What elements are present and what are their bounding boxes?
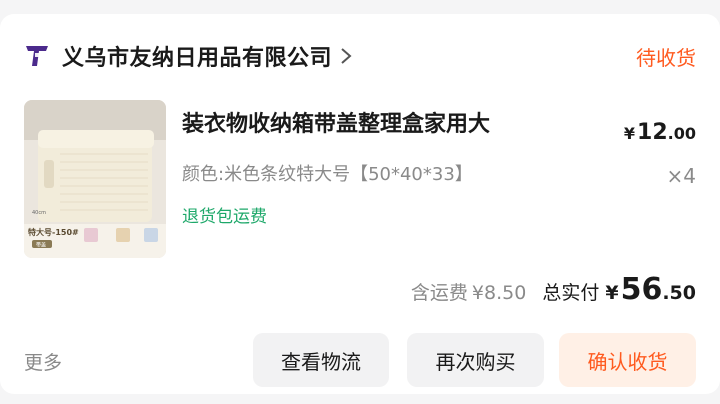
unit-price-int: 12: [637, 120, 668, 145]
chevron-right-icon[interactable]: [340, 47, 352, 65]
product-image[interactable]: 40cm 特大号-150# 带盖: [24, 100, 166, 258]
shipping-label: 含运费: [410, 282, 468, 304]
view-logistics-button[interactable]: 查看物流: [253, 333, 389, 387]
shop-name[interactable]: 义乌市友纳日用品有限公司: [62, 40, 332, 72]
order-status: 待收货: [636, 45, 696, 70]
total-amount-int: 56: [620, 272, 663, 307]
shipping-amount: ¥8.50: [471, 282, 527, 304]
more-button[interactable]: 更多: [24, 348, 62, 375]
shop-header[interactable]: 义乌市友纳日用品有限公司 待收货: [24, 40, 696, 72]
product-spec: 颜色:米色条纹特大号【50*40*33】: [182, 164, 473, 185]
order-totals: 含运费 ¥8.50 总实付 ¥ 56 .50: [411, 272, 696, 312]
image-dim-text: 40cm: [32, 210, 46, 216]
total-amount-dec: .50: [662, 282, 696, 304]
image-label-text: 特大号-150#: [28, 227, 79, 237]
buy-again-button[interactable]: 再次购买: [407, 333, 544, 387]
total-currency: ¥: [605, 282, 619, 304]
order-card: 义乌市友纳日用品有限公司 待收货 40cm 特大号-150# 带盖 装衣物收纳箱…: [0, 14, 720, 394]
product-title[interactable]: 装衣物收纳箱带盖整理盒家用大: [182, 106, 582, 138]
paid-label: 总实付: [542, 282, 600, 304]
image-badge-text: 带盖: [36, 242, 46, 249]
unit-price: ¥ 12 .00: [624, 120, 696, 145]
shop-logo-icon: [26, 46, 48, 66]
confirm-receipt-button[interactable]: 确认收货: [559, 333, 696, 387]
unit-price-currency: ¥: [623, 124, 636, 143]
quantity: ×4: [666, 164, 696, 188]
return-shipping-tag: 退货包运费: [182, 207, 267, 227]
unit-price-dec: .00: [667, 124, 696, 143]
